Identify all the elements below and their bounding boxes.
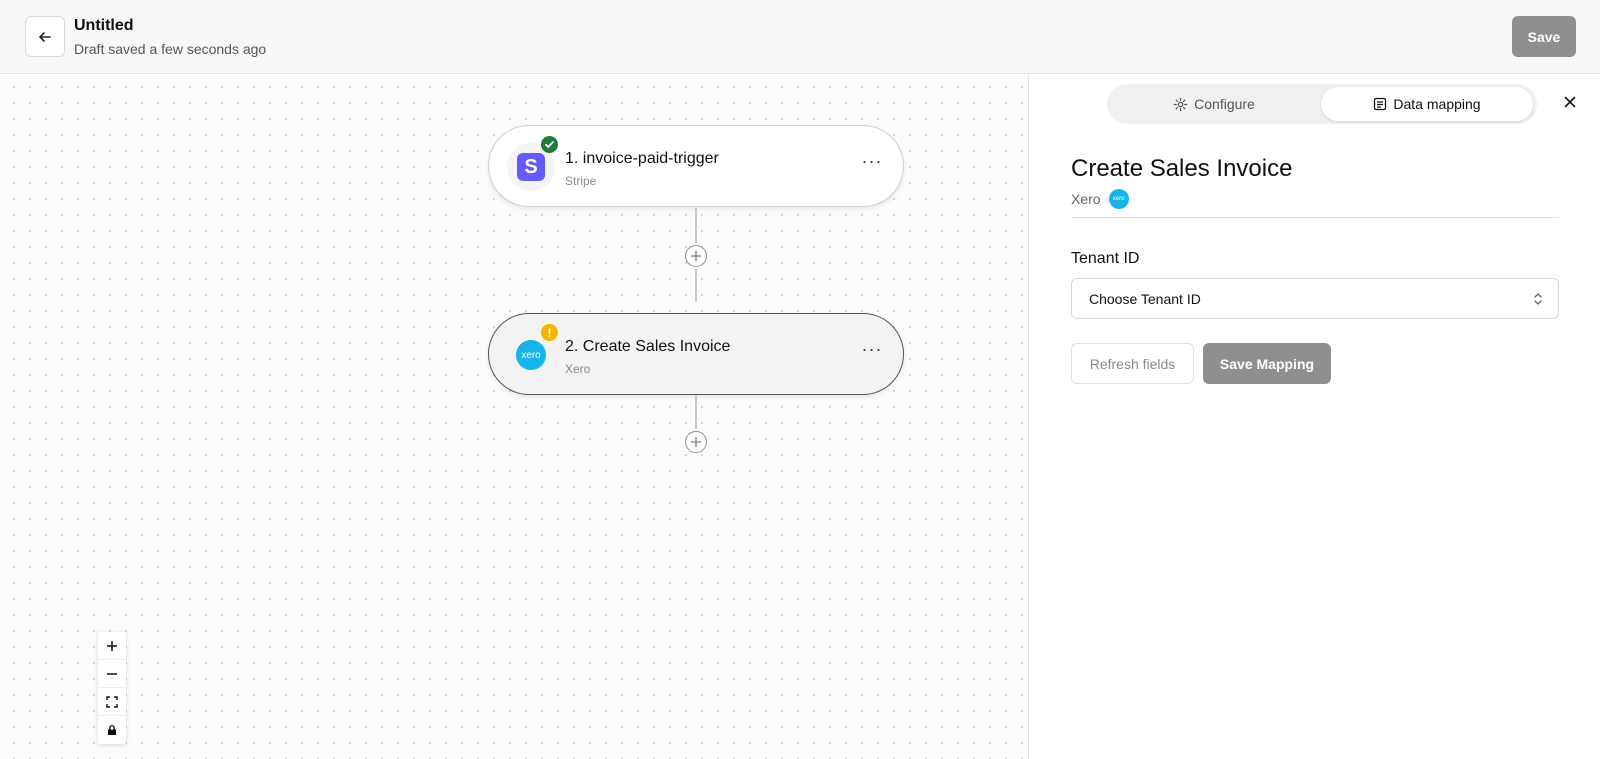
tab-label: Configure xyxy=(1194,96,1255,112)
workflow-node-action[interactable]: xero ! 2. Create Sales Invoice Xero ··· xyxy=(488,313,904,395)
xero-text: xero xyxy=(516,340,546,370)
tenant-id-label: Tenant ID xyxy=(1071,250,1140,267)
zoom-out-button[interactable] xyxy=(98,660,126,688)
stripe-letter: S xyxy=(517,153,545,181)
plus-icon xyxy=(690,250,702,262)
connector-line xyxy=(695,269,697,302)
plus-icon xyxy=(107,640,117,651)
more-options-icon[interactable]: ··· xyxy=(861,152,883,175)
add-step-button[interactable] xyxy=(685,245,707,267)
side-panel: Configure Data mapping Create Sales Invo… xyxy=(1028,75,1600,759)
panel-app-name: Xero xyxy=(1071,191,1101,207)
close-panel-button[interactable] xyxy=(1559,91,1581,113)
select-value: Choose Tenant ID xyxy=(1089,291,1201,307)
node-title: 1. invoice-paid-trigger xyxy=(565,150,719,167)
gear-icon xyxy=(1173,97,1188,111)
save-button[interactable]: Save xyxy=(1512,16,1576,57)
node-title: 2. Create Sales Invoice xyxy=(565,338,731,355)
top-header: Untitled Draft saved a few seconds ago S… xyxy=(0,0,1600,74)
node-app: Stripe xyxy=(565,174,597,188)
minus-icon xyxy=(107,672,117,675)
workflow-node-trigger[interactable]: S 1. invoice-paid-trigger Stripe ··· xyxy=(488,125,904,207)
fit-view-button[interactable] xyxy=(98,688,126,716)
panel-app-row: Xero xero xyxy=(1071,189,1129,209)
arrow-left-icon xyxy=(39,31,51,42)
tab-label: Data mapping xyxy=(1393,96,1481,112)
connector-line xyxy=(695,208,697,243)
xero-text: xero xyxy=(1112,196,1125,202)
workflow-canvas[interactable]: S 1. invoice-paid-trigger Stripe ··· xer… xyxy=(0,75,1027,759)
workflow-title: Untitled xyxy=(74,17,134,34)
document-icon xyxy=(1374,97,1387,111)
tenant-id-select[interactable]: Choose Tenant ID xyxy=(1071,278,1559,319)
node-app: Xero xyxy=(565,362,591,376)
close-icon xyxy=(1564,96,1576,108)
draft-status: Draft saved a few seconds ago xyxy=(74,41,267,57)
xero-logo-icon: xero xyxy=(1108,189,1129,209)
fit-view-icon xyxy=(106,695,118,708)
plus-icon xyxy=(690,436,702,448)
panel-title: Create Sales Invoice xyxy=(1071,155,1293,182)
refresh-fields-button[interactable]: Refresh fields xyxy=(1071,343,1194,384)
success-check-icon xyxy=(541,136,558,153)
add-step-button[interactable] xyxy=(685,431,707,453)
connector-line xyxy=(695,396,697,429)
zoom-in-button[interactable] xyxy=(98,632,126,660)
lock-button[interactable] xyxy=(98,716,126,744)
tab-data-mapping[interactable]: Data mapping xyxy=(1321,87,1533,121)
warning-icon: ! xyxy=(541,324,558,341)
more-options-icon[interactable]: ··· xyxy=(861,340,883,363)
back-button[interactable] xyxy=(25,16,65,57)
divider xyxy=(1071,217,1559,218)
save-mapping-button[interactable]: Save Mapping xyxy=(1203,343,1331,384)
tab-configure[interactable]: Configure xyxy=(1111,87,1317,121)
lock-icon xyxy=(108,724,116,735)
panel-tabs: Configure Data mapping xyxy=(1107,84,1537,124)
canvas-controls xyxy=(98,632,126,744)
chevron-updown-icon xyxy=(1534,293,1542,305)
